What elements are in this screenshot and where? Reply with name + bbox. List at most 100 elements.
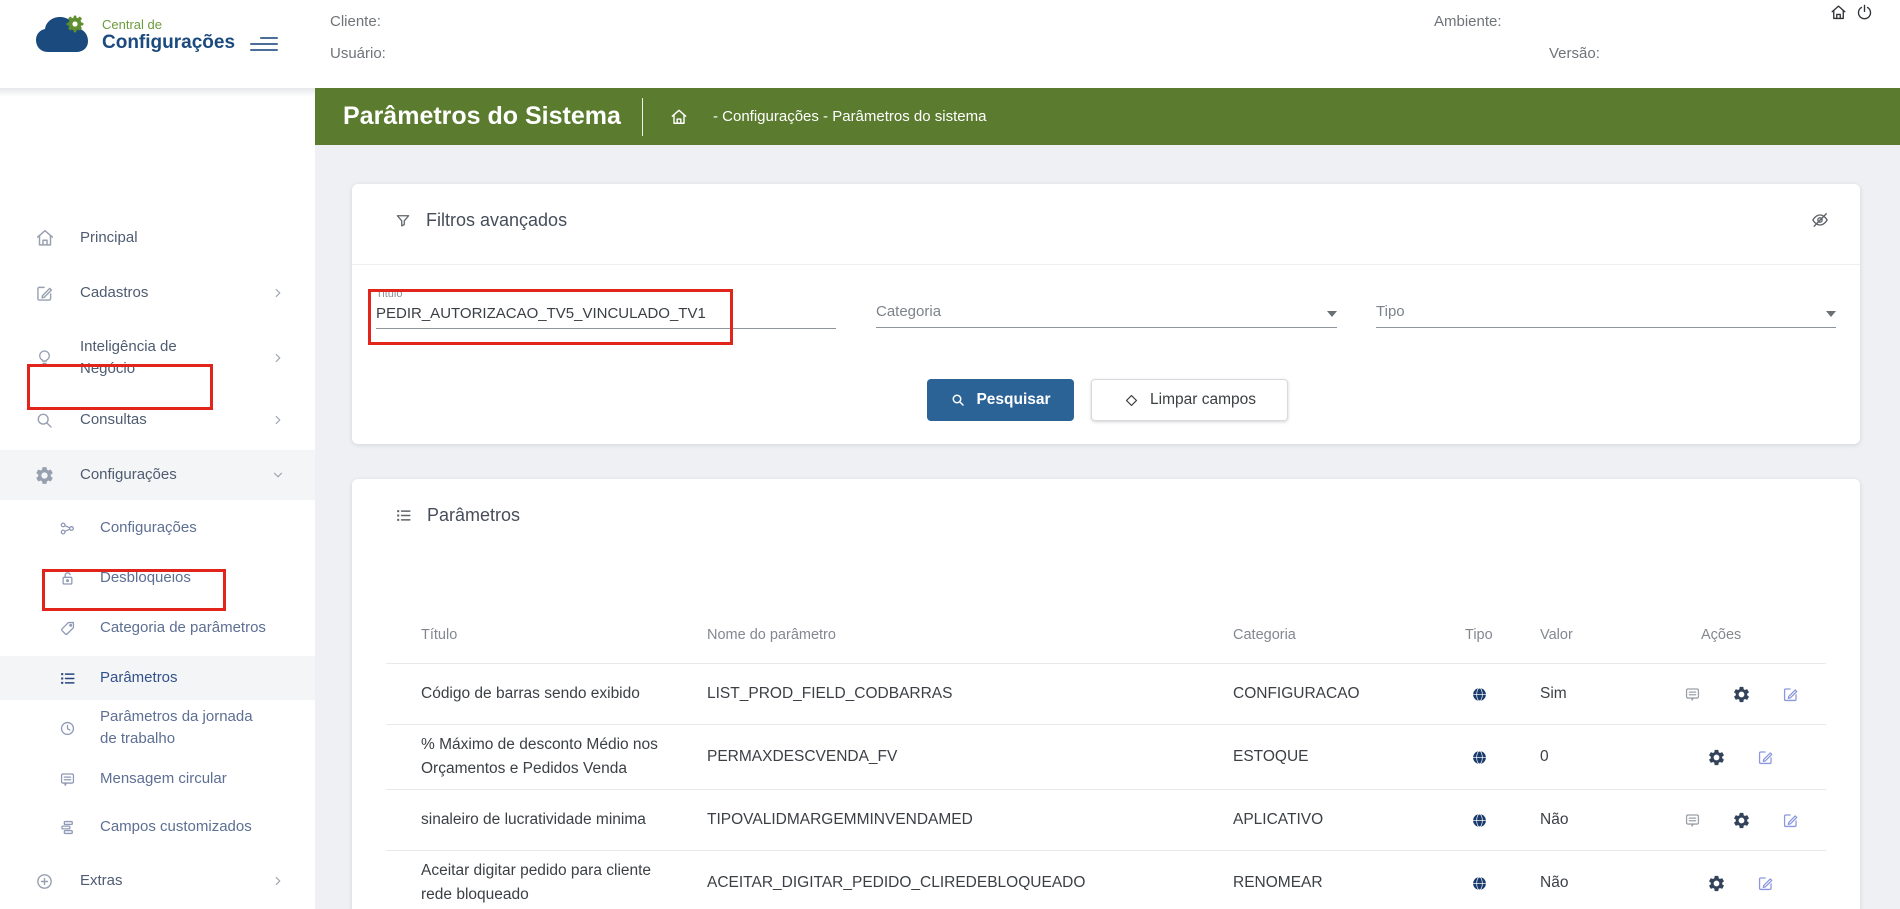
home-icon[interactable] [1829,3,1848,22]
app-logo: Central de Configurações [34,14,235,56]
edit-icon[interactable] [1756,874,1775,893]
cell-titulo: Aceitar digitar pedido para cliente rede… [386,851,707,909]
sidebar-item-label: Inteligência de Negócio [80,336,230,380]
column-header-nome: Nome do parâmetro [707,627,1233,643]
sidebar-item-label: Configurações [100,517,197,539]
divider [642,98,643,136]
sidebar-item-label: Configurações [80,464,177,486]
sidebar-item-label: Mensagem circular [100,768,227,790]
cell-valor: Não [1540,811,1656,829]
column-header-tipo: Tipo [1465,627,1540,643]
sidebar-subitem-configuracoes[interactable]: Configurações [0,504,315,552]
globe-icon [1465,749,1540,766]
tipo-select-label: Tipo [1376,303,1405,320]
limpar-campos-button[interactable]: Limpar campos [1091,379,1288,421]
sidebar-subitem-parametros[interactable]: Parâmetros [0,656,315,700]
chevron-right-icon [271,874,285,888]
edit-icon[interactable] [1781,811,1800,830]
column-header-titulo: Título [386,627,707,643]
sidebar-item-label: Cadastros [80,282,148,304]
titulo-field-label: Titulo [376,288,836,300]
breadcrumb: - Configurações - Parâmetros do sistema [713,108,986,125]
tag-icon [58,619,80,638]
sidebar-item-label: Parâmetros [100,667,178,689]
lightbulb-icon [34,348,58,369]
edit-icon[interactable] [1781,685,1800,704]
list-icon [394,506,413,525]
globe-icon [1465,812,1540,829]
comment-icon[interactable] [1683,811,1702,830]
sidebar-item-inteligencia-de-negocio[interactable]: Inteligência de Negócio [0,323,315,393]
table-header: Título Nome do parâmetro Categoria Tipo … [386,607,1826,663]
page-header: Parâmetros do Sistema - Configurações - … [315,88,1900,145]
table-row: sinaleiro de lucratividade minima TIPOVA… [386,790,1826,851]
sidebar-subitem-mensagem-circular[interactable]: Mensagem circular [0,755,315,803]
eye-slash-icon[interactable] [1810,210,1830,230]
clock-icon [58,719,80,738]
sidebar-subitem-campos-customizados[interactable]: Campos customizados [0,803,315,851]
clear-diamond-icon [1123,392,1140,409]
cell-nome: TIPOVALIDMARGEMMINVENDAMED [707,811,1233,829]
table-body: Código de barras sendo exibido LIST_PROD… [386,664,1826,909]
comment-icon[interactable] [1683,685,1702,704]
cell-categoria: ESTOQUE [1233,748,1465,766]
filters-title: Filtros avançados [426,210,567,231]
sidebar-item-configuracoes[interactable]: Configurações [0,450,315,500]
globe-icon [1465,686,1540,703]
categoria-select[interactable]: Categoria [876,303,1337,327]
table-row: % Máximo de desconto Médio nos Orçamento… [386,725,1826,790]
sidebar-item-label: Campos customizados [100,816,252,838]
search-icon [950,392,966,408]
page-title: Parâmetros do Sistema [343,102,629,131]
gear-icon[interactable] [1732,811,1751,830]
column-header-categoria: Categoria [1233,627,1465,643]
cell-nome: ACEITAR_DIGITAR_PEDIDO_CLIREDEBLOQUEADO [707,874,1233,892]
sidebar-subitem-categoria-de-parametros[interactable]: Categoria de parâmetros [0,602,315,654]
titulo-input[interactable] [376,303,836,328]
sidebar-item-label: Desbloqueios [100,567,191,589]
breadcrumb-home-icon[interactable] [669,107,689,127]
tipo-select[interactable]: Tipo [1376,303,1836,327]
gear-icon[interactable] [1707,748,1726,767]
ambiente-label: Ambiente: [1434,13,1502,30]
pesquisar-button[interactable]: Pesquisar [927,379,1074,421]
dropdown-arrow-icon [1826,311,1836,317]
logout-icon[interactable] [1855,3,1874,22]
parameters-title: Parâmetros [427,505,520,526]
gear-icon[interactable] [1707,874,1726,893]
sidebar-item-consultas[interactable]: Consultas [0,396,315,444]
edit-icon [34,283,58,304]
sidebar-item-label: Parâmetros da jornada de trabalho [100,706,270,750]
sidebar-subitem-parametros-jornada[interactable]: Parâmetros da jornada de trabalho [0,702,315,754]
dropdown-arrow-icon [1327,311,1337,317]
list-icon [58,669,80,688]
input-underline [376,328,836,329]
chevron-down-icon [271,468,285,482]
filters-card: Filtros avançados Titulo Categoria Tipo … [352,184,1860,444]
chevron-right-icon [271,413,285,427]
cloud-gear-logo-icon [34,14,92,56]
menu-toggle-icon[interactable] [250,37,278,53]
versao-label: Versão: [1549,45,1600,62]
sidebar-item-label: Extras [80,870,123,892]
sidebar-item-cadastros[interactable]: Cadastros [0,269,315,317]
titulo-field: Titulo [376,288,836,329]
plus-circle-icon [34,871,58,892]
unlock-icon [58,569,80,588]
edit-icon[interactable] [1756,748,1775,767]
chevron-right-icon [271,351,285,365]
sidebar-item-principal[interactable]: Principal [0,214,315,262]
input-underline [876,327,1337,328]
cell-titulo: Código de barras sendo exibido [386,674,707,714]
pesquisar-button-label: Pesquisar [976,391,1050,409]
cell-categoria: RENOMEAR [1233,874,1465,892]
gear-icon[interactable] [1732,685,1751,704]
categoria-select-label: Categoria [876,303,941,320]
cell-categoria: CONFIGURACAO [1233,685,1465,703]
logo-text-top: Central de [102,17,235,32]
sidebar-item-extras[interactable]: Extras [0,857,315,905]
tipo-field: Tipo [1376,288,1836,328]
sidebar-subitem-desbloqueios[interactable]: Desbloqueios [0,554,315,602]
chevron-right-icon [271,286,285,300]
sidebar-item-label: Consultas [80,409,147,431]
